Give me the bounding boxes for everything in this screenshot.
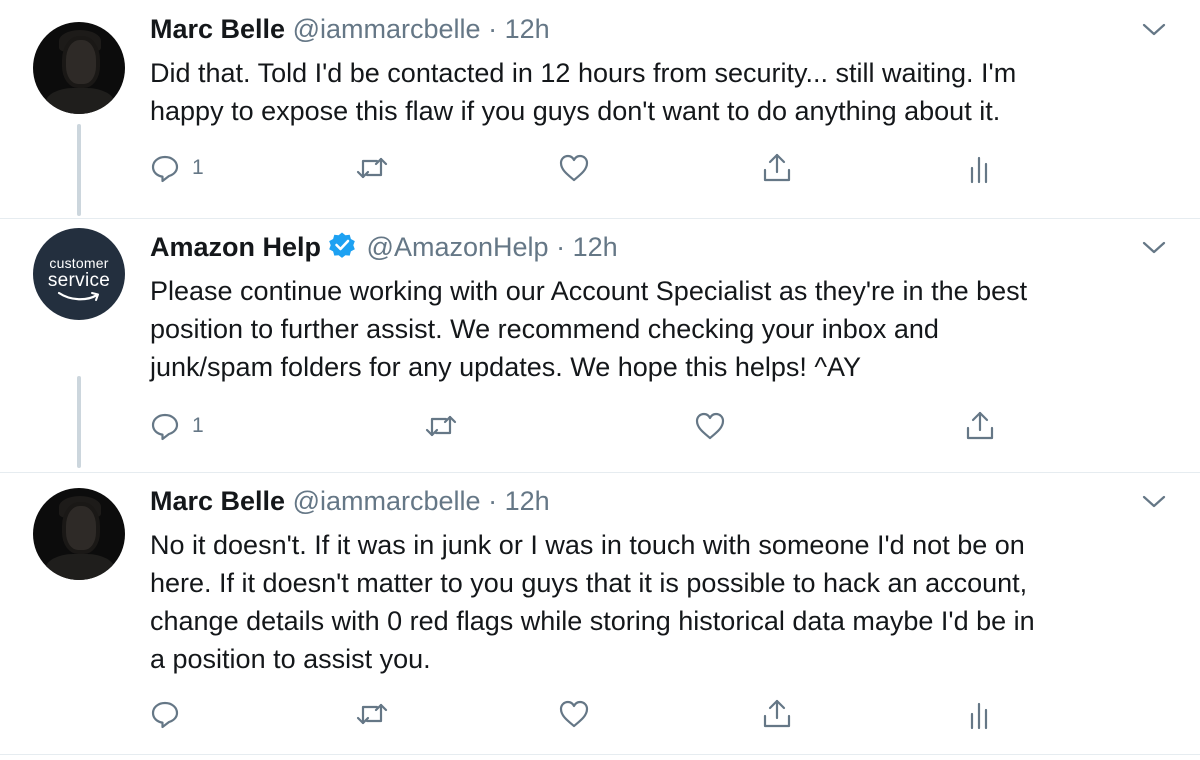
timestamp[interactable]: 12h — [505, 14, 550, 44]
share-icon — [763, 153, 791, 182]
reply-icon — [151, 701, 179, 729]
analytics-button[interactable] — [968, 694, 994, 734]
like-button[interactable] — [558, 694, 590, 734]
tweet-header: Marc Belle @iammarcbelle · 12h — [150, 484, 550, 518]
tweet-text-line: Did that. Told I'd be contacted in 12 ho… — [150, 58, 1017, 88]
separator-dot: · — [556, 232, 566, 262]
reply-count: 1 — [192, 156, 204, 179]
author-name[interactable]: Amazon Help — [150, 232, 321, 262]
tweet-text-line: junk/spam folders for any updates. We ho… — [150, 352, 862, 382]
retweet-icon — [425, 415, 457, 437]
tweet-text-line: position to further assist. We recommend… — [150, 314, 939, 344]
author-handle[interactable]: @iammarcbelle — [293, 486, 481, 516]
like-icon — [559, 700, 589, 728]
timestamp[interactable]: 12h — [573, 232, 618, 262]
tweet-actions: 1 — [0, 148, 1200, 188]
tweet-text: No it doesn't. If it was in junk or I wa… — [150, 526, 1180, 678]
avatar-text: service — [47, 270, 111, 291]
reply-count: 1 — [192, 414, 204, 437]
verified-badge-icon — [329, 232, 355, 258]
tweet-actions: 1 — [0, 406, 1200, 446]
tweet-text: Did that. Told I'd be contacted in 12 ho… — [150, 54, 1180, 130]
retweet-icon — [356, 703, 388, 725]
retweet-button[interactable] — [355, 694, 389, 734]
tweet-text-line: Please continue working with our Account… — [150, 276, 1028, 306]
author-handle[interactable]: @iammarcbelle — [293, 14, 481, 44]
retweet-icon — [356, 157, 388, 179]
chevron-down-icon[interactable] — [1142, 240, 1166, 256]
amazon-smile-icon — [57, 291, 99, 301]
tweet-text-line: here. If it doesn't matter to you guys t… — [150, 568, 1028, 598]
author-name[interactable]: Marc Belle — [150, 486, 285, 516]
analytics-button[interactable] — [968, 148, 994, 188]
tweet-header: Amazon Help @AmazonHelp · 12h — [150, 230, 618, 264]
chevron-down-icon[interactable] — [1142, 22, 1166, 38]
analytics-icon — [970, 156, 988, 184]
tweet-text-line: happy to expose this flaw if you guys do… — [150, 96, 1001, 126]
separator-dot: · — [488, 486, 498, 516]
tweet-text-line: No it doesn't. If it was in junk or I wa… — [150, 530, 1025, 560]
tweet-2[interactable]: customer service Amazon Help @AmazonHelp… — [0, 218, 1200, 466]
tweet-1[interactable]: Marc Belle @iammarcbelle · 12h Did that.… — [0, 0, 1200, 210]
share-button[interactable] — [964, 406, 996, 446]
like-button[interactable] — [558, 148, 590, 188]
divider — [0, 754, 1200, 755]
author-name[interactable]: Marc Belle — [150, 14, 285, 44]
avatar-amazon-help[interactable]: customer service — [33, 228, 125, 320]
tweet-text-line: change details with 0 red flags while st… — [150, 606, 1035, 636]
timestamp[interactable]: 12h — [505, 486, 550, 516]
share-button[interactable] — [761, 694, 793, 734]
tweet-header: Marc Belle @iammarcbelle · 12h — [150, 12, 550, 46]
share-icon — [966, 411, 994, 440]
analytics-icon — [970, 702, 988, 730]
reply-button[interactable]: 1 — [150, 148, 204, 188]
separator-dot: · — [488, 14, 498, 44]
retweet-button[interactable] — [424, 406, 458, 446]
like-button[interactable] — [694, 406, 726, 446]
avatar-text: customer — [49, 255, 109, 271]
avatar-marc-belle[interactable] — [33, 488, 125, 580]
tweet-3[interactable]: Marc Belle @iammarcbelle · 12h No it doe… — [0, 472, 1200, 760]
reply-button[interactable] — [150, 694, 192, 734]
reply-icon — [151, 155, 179, 183]
tweet-text: Please continue working with our Account… — [150, 272, 1180, 386]
author-handle[interactable]: @AmazonHelp — [367, 232, 549, 262]
retweet-button[interactable] — [355, 148, 389, 188]
share-icon — [763, 699, 791, 728]
like-icon — [695, 412, 725, 440]
avatar-marc-belle[interactable] — [33, 22, 125, 114]
tweet-actions — [0, 694, 1200, 734]
reply-icon — [151, 413, 179, 441]
like-icon — [559, 154, 589, 182]
tweet-text-line: a position to assist you. — [150, 644, 431, 674]
share-button[interactable] — [761, 148, 793, 188]
reply-button[interactable]: 1 — [150, 406, 204, 446]
chevron-down-icon[interactable] — [1142, 494, 1166, 510]
